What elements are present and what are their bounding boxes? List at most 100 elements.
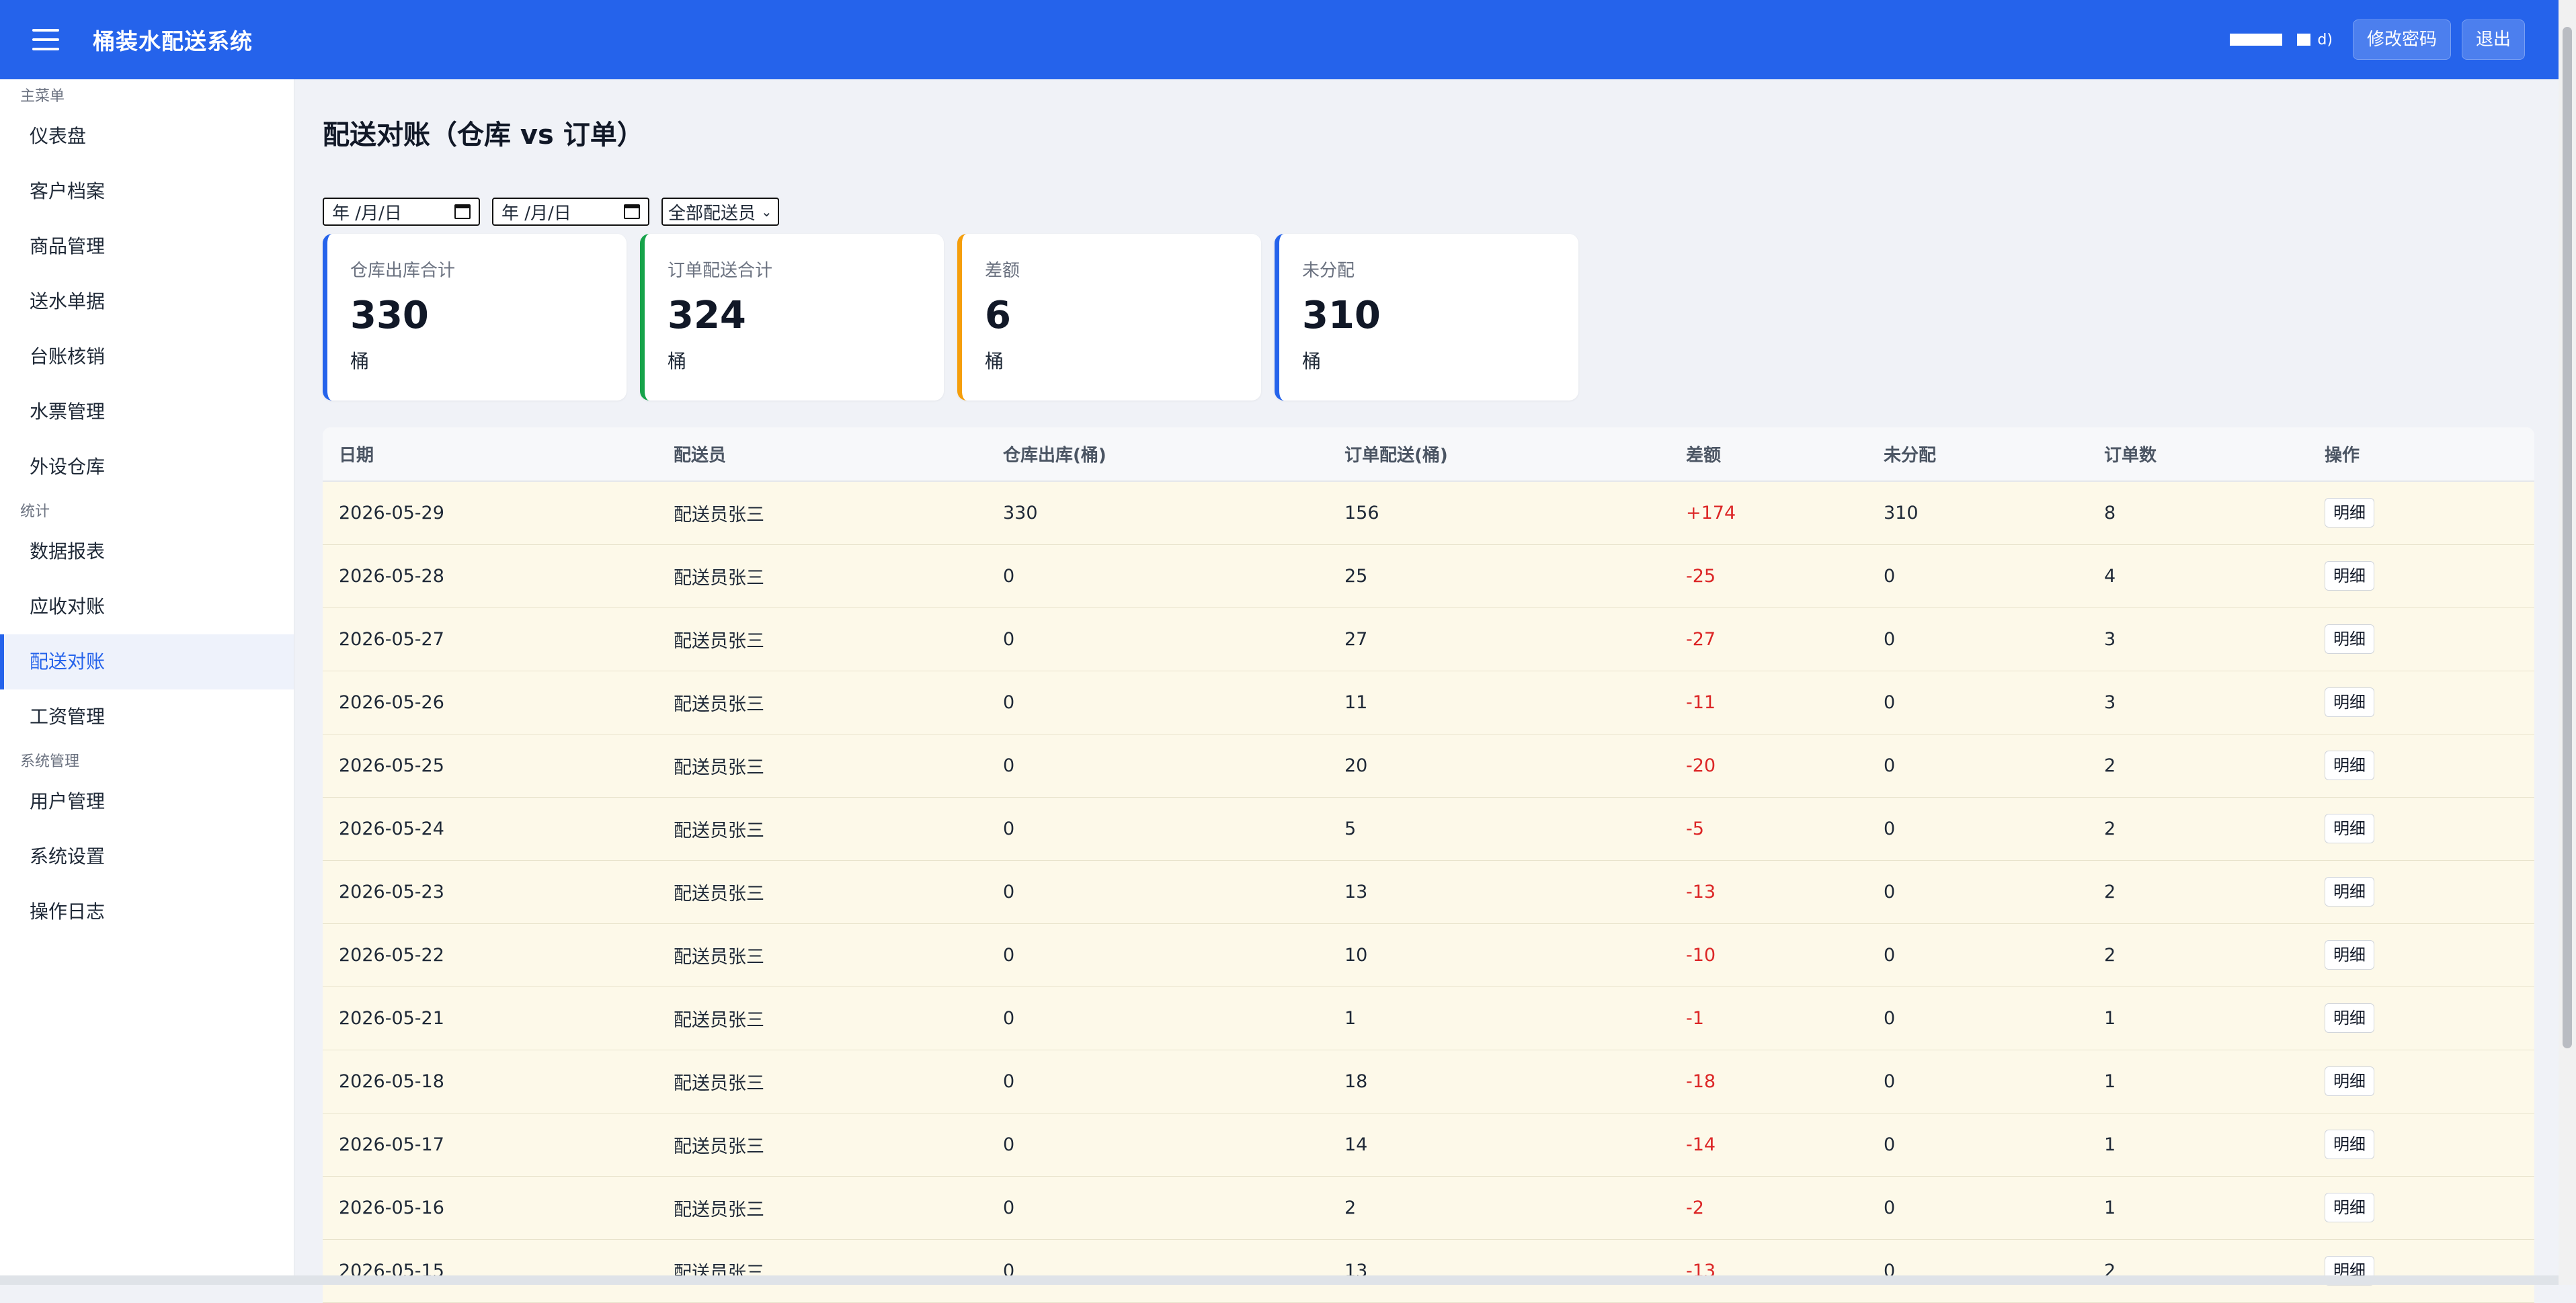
action-cell: 明细	[2308, 1239, 2534, 1303]
sidebar-item[interactable]: 系统设置	[0, 829, 294, 884]
sidebar-item[interactable]: 客户档案	[0, 164, 294, 219]
sidebar-section-label: 系统管理	[20, 753, 80, 770]
table-cell: 2	[2088, 923, 2308, 987]
table-cell: 配送员张三	[657, 986, 987, 1050]
table-cell: 0	[1867, 1176, 2088, 1240]
table-cell: 配送员张三	[657, 860, 987, 924]
action-cell: 明细	[2308, 923, 2534, 987]
table-cell: 0	[1867, 923, 2088, 987]
summary-card: 未分配 310 桶	[1275, 234, 1578, 401]
courier-select-value: 全部配送员	[668, 203, 756, 224]
table-cell: 1	[2088, 986, 2308, 1050]
summary-card-unit: 桶	[668, 350, 687, 372]
table-row: 2026-05-21 配送员张三 0 1 -1 0 1 明细	[323, 986, 2534, 1050]
detail-button[interactable]: 明细	[2325, 1066, 2374, 1096]
calendar-icon[interactable]	[454, 204, 471, 219]
sidebar-item[interactable]: 应收对账	[0, 579, 294, 634]
table-cell: 2026-05-26	[323, 671, 657, 734]
table-cell: 0	[987, 860, 1328, 924]
detail-button[interactable]: 明细	[2325, 1193, 2374, 1222]
table-cell: -27	[1670, 607, 1867, 671]
column-header: 配送员	[657, 427, 987, 482]
table-cell: 0	[1867, 986, 2088, 1050]
table-cell: 156	[1328, 481, 1670, 545]
top-bar: 桶装水配送系统 d) 修改密码 退出	[0, 0, 2559, 79]
menu-icon[interactable]	[32, 29, 59, 50]
logout-button[interactable]: 退出	[2461, 19, 2525, 60]
table-cell: 配送员张三	[657, 671, 987, 734]
table-cell: +174	[1670, 481, 1867, 545]
table-cell: 0	[987, 1239, 1328, 1303]
detail-button[interactable]: 明细	[2325, 1003, 2374, 1033]
sidebar-item[interactable]: 台账核销	[0, 329, 294, 384]
sidebar-item[interactable]: 商品管理	[0, 219, 294, 274]
table-row: 2026-05-29 配送员张三 330 156 +174 310 8 明细	[323, 481, 2534, 545]
username-redacted	[2230, 34, 2283, 46]
summary-card-unit: 桶	[985, 350, 1004, 372]
table-cell: -25	[1670, 544, 1867, 608]
table-cell: 0	[987, 1050, 1328, 1113]
detail-button[interactable]: 明细	[2325, 687, 2374, 717]
detail-button[interactable]: 明细	[2325, 498, 2374, 528]
table-cell: 2026-05-23	[323, 860, 657, 924]
table-cell: 2026-05-16	[323, 1176, 657, 1240]
date-to-value: 年 /月/日	[501, 203, 571, 224]
sidebar-item[interactable]: 外设仓库	[0, 439, 294, 495]
table-cell: 27	[1328, 607, 1670, 671]
table-cell: 20	[1328, 734, 1670, 798]
courier-select[interactable]: 全部配送员 ⌄	[661, 198, 779, 226]
detail-button[interactable]: 明细	[2325, 751, 2374, 780]
table-cell: 2026-05-28	[323, 544, 657, 608]
change-password-button[interactable]: 修改密码	[2352, 19, 2451, 60]
table-cell: -13	[1670, 1239, 1867, 1303]
detail-button[interactable]: 明细	[2325, 814, 2374, 843]
table-cell: 0	[987, 923, 1328, 987]
table-cell: 2	[1328, 1176, 1670, 1240]
table-cell: 2026-05-22	[323, 923, 657, 987]
summary-card-unit: 桶	[1302, 350, 1322, 372]
date-to-input[interactable]: 年 /月/日	[492, 198, 649, 226]
summary-card-label: 仓库出库合计	[350, 261, 456, 281]
table-cell: 0	[1867, 671, 2088, 734]
scrollbar[interactable]	[2559, 0, 2576, 1285]
sidebar-item[interactable]: 水票管理	[0, 384, 294, 439]
detail-button[interactable]: 明细	[2325, 940, 2374, 970]
summary-card-value: 330	[350, 294, 429, 337]
table-cell: 5	[1328, 797, 1670, 861]
table-cell: 配送员张三	[657, 923, 987, 987]
table-cell: 13	[1328, 860, 1670, 924]
sidebar-section-label: 主菜单	[20, 88, 65, 105]
action-cell: 明细	[2308, 607, 2534, 671]
sidebar-item[interactable]: 用户管理	[0, 774, 294, 829]
table-cell: -18	[1670, 1050, 1867, 1113]
username-redacted-2	[2297, 34, 2311, 46]
table-cell: 4	[2088, 544, 2308, 608]
table-cell: 0	[987, 797, 1328, 861]
sidebar-item[interactable]: 送水单据	[0, 274, 294, 329]
detail-button[interactable]: 明细	[2325, 624, 2374, 654]
table-cell: 0	[1867, 797, 2088, 861]
date-from-input[interactable]: 年 /月/日	[323, 198, 480, 226]
detail-button[interactable]: 明细	[2325, 877, 2374, 907]
table-row: 2026-05-25 配送员张三 0 20 -20 0 2 明细	[323, 734, 2534, 798]
sidebar-item[interactable]: 仪表盘	[0, 109, 294, 164]
detail-button[interactable]: 明细	[2325, 1130, 2374, 1159]
detail-button[interactable]: 明细	[2325, 561, 2374, 591]
calendar-icon[interactable]	[624, 204, 640, 219]
table-cell: 0	[1867, 734, 2088, 798]
table-row: 2026-05-28 配送员张三 0 25 -25 0 4 明细	[323, 544, 2534, 608]
table-cell: -1	[1670, 986, 1867, 1050]
table-cell: 配送员张三	[657, 1239, 987, 1303]
sidebar-item[interactable]: 配送对账	[0, 634, 294, 689]
sidebar-item[interactable]: 数据报表	[0, 524, 294, 579]
table-cell: 0	[1867, 1050, 2088, 1113]
table-body: 2026-05-29 配送员张三 330 156 +174 310 8 明细 2026-05-2…	[323, 481, 2534, 1303]
table-cell: 0	[987, 607, 1328, 671]
table-cell: 0	[987, 544, 1328, 608]
sidebar-item[interactable]: 操作日志	[0, 884, 294, 939]
table-cell: 配送员张三	[657, 1050, 987, 1113]
sidebar-item[interactable]: 工资管理	[0, 689, 294, 745]
table-cell: 2	[2088, 860, 2308, 924]
summary-card: 差额 6 桶	[957, 234, 1261, 401]
scrollbar-thumb[interactable]	[2563, 27, 2572, 1048]
